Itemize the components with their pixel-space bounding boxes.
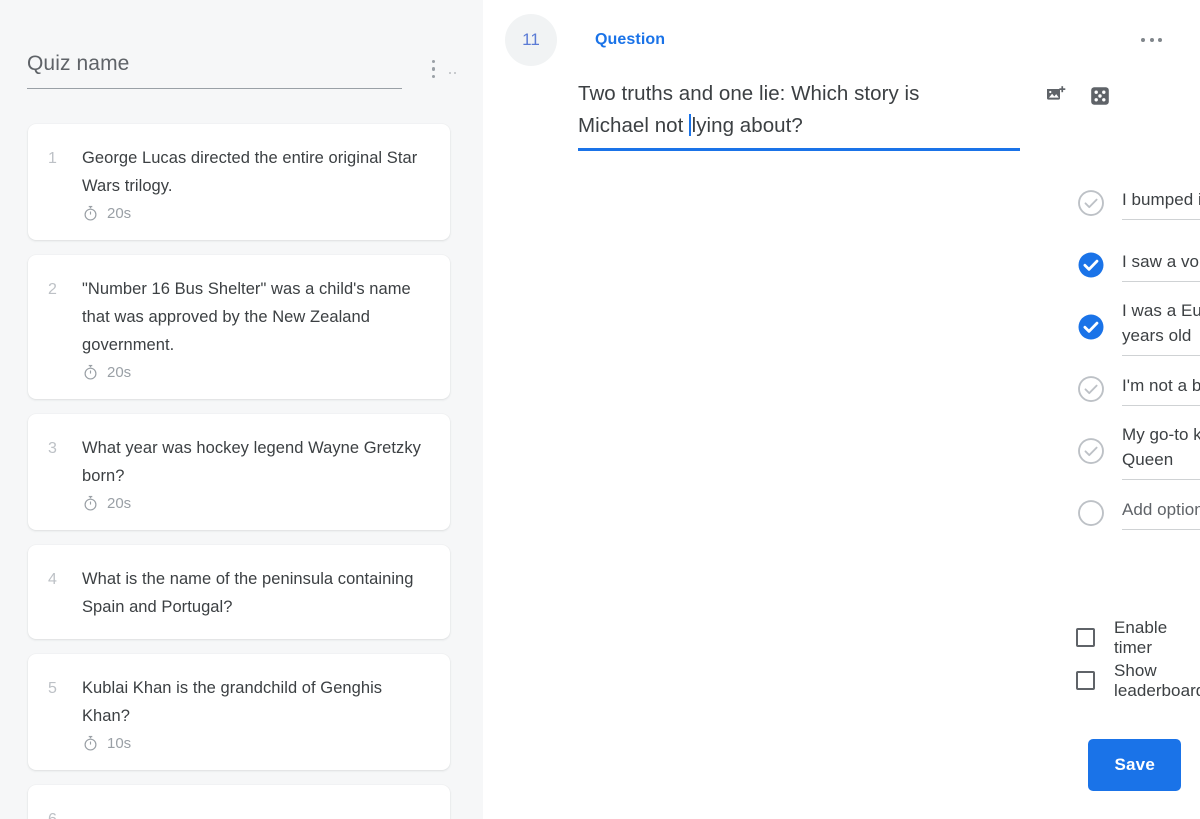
option-check-selected-icon[interactable] (1076, 312, 1106, 342)
question-card-timer-label: 20s (107, 205, 132, 222)
question-card-body: George Lucas directed the entire origina… (82, 144, 428, 222)
question-card-timer-label: 20s (107, 495, 132, 512)
answer-option-text: I saw a volcano erupt during my stay in … (1122, 251, 1200, 271)
question-card-text: "Number 16 Bus Shelter" was a child's na… (82, 280, 411, 354)
question-text-field[interactable]: Two truths and one lie: Which story is M… (578, 78, 1020, 151)
question-card[interactable]: 4 What is the name of the peninsula cont… (28, 545, 450, 639)
enable-timer-toggle[interactable]: Enable timer (1076, 616, 1200, 659)
add-option-row: Add option (1076, 482, 1200, 544)
question-card[interactable]: 6 (28, 785, 450, 819)
answer-option-text: My go-to karaoke song is Bohemian Rhapso… (1122, 425, 1200, 469)
question-list-sidebar: 1 George Lucas directed the entire origi… (0, 0, 483, 819)
save-button[interactable]: Save (1088, 739, 1181, 791)
answer-option-text: I bumped into a bear when hiking in Hima… (1122, 189, 1200, 209)
question-card-number: 2 (48, 281, 57, 298)
option-check-unselected-icon[interactable] (1076, 436, 1106, 466)
question-card-body: What year was hockey legend Wayne Gretzk… (82, 434, 428, 512)
question-card-number: 5 (48, 680, 57, 697)
option-check-selected-icon[interactable] (1076, 250, 1106, 280)
question-card-number: 1 (48, 150, 57, 167)
question-card-text: What year was hockey legend Wayne Gretzk… (82, 439, 421, 485)
add-option-field[interactable]: Add option (1122, 497, 1200, 530)
quiz-name-underline (27, 88, 402, 89)
question-card[interactable]: 3 What year was hockey legend Wayne Gret… (28, 414, 450, 530)
answer-option-underline (1122, 355, 1200, 356)
answer-option-row: My go-to karaoke song is Bohemian Rhapso… (1076, 420, 1200, 482)
answer-options-inner: I bumped into a bear when hiking in Hima… (1076, 172, 1200, 544)
answer-option-field[interactable]: I saw a volcano erupt during my stay in … (1122, 249, 1200, 282)
option-check-unselected-icon[interactable] (1076, 374, 1106, 404)
question-card[interactable]: 2 "Number 16 Bus Shelter" was a child's … (28, 255, 450, 399)
show-leaderboard-checkbox[interactable] (1076, 671, 1095, 690)
question-card-text: George Lucas directed the entire origina… (82, 149, 418, 195)
answer-option-underline (1122, 280, 1200, 282)
question-card-timer: 20s (82, 495, 428, 512)
answer-option-field[interactable]: My go-to karaoke song is Bohemian Rhapso… (1122, 422, 1200, 480)
show-leaderboard-label: Show leaderboard (1114, 660, 1200, 700)
dice-randomize-icon[interactable] (1088, 84, 1112, 108)
question-card-timer: 10s (82, 735, 428, 752)
question-card-timer: 20s (82, 364, 428, 381)
answer-option-field[interactable]: I bumped into a bear when hiking in Hima… (1122, 187, 1200, 220)
add-option-underline (1122, 528, 1200, 530)
question-card-timer-label: 20s (107, 364, 132, 381)
editor-header: 11 Question (505, 10, 1180, 70)
question-card-body: What is the name of the peninsula contai… (82, 565, 428, 621)
question-card-number: 4 (48, 571, 57, 588)
question-card-number: 6 (48, 805, 82, 819)
quiz-name-field (27, 52, 402, 89)
answer-option-field[interactable]: I'm not a big fan of chocolate (1122, 373, 1200, 406)
question-card-timer: 20s (82, 205, 428, 222)
question-number-badge: 11 (505, 14, 557, 66)
enable-timer-checkbox[interactable] (1076, 628, 1095, 647)
drag-handle-icon[interactable] (448, 68, 457, 78)
answer-option-underline (1122, 404, 1200, 406)
question-text-actions (1044, 84, 1112, 108)
question-card-text: Kublai Khan is the grandchild of Genghis… (82, 679, 383, 725)
question-card[interactable]: 1 George Lucas directed the entire origi… (28, 124, 450, 240)
stopwatch-icon (84, 364, 97, 380)
answer-option-row: I'm not a big fan of chocolate (1076, 358, 1200, 420)
add-image-icon[interactable] (1044, 84, 1068, 108)
answer-option-text: I'm not a big fan of chocolate (1122, 375, 1200, 395)
question-text-underline (578, 148, 1020, 151)
stopwatch-icon (84, 495, 97, 511)
answer-option-underline (1122, 479, 1200, 480)
question-settings-toggles: Enable timer Show leaderboard (1076, 616, 1200, 702)
answer-option-row: I was a European champion in karate when… (1076, 296, 1200, 358)
question-text-content: Two truths and one lie: Which story is M… (578, 78, 1020, 142)
question-card-body: "Number 16 Bus Shelter" was a child's na… (82, 275, 428, 381)
question-card-number: 3 (48, 440, 57, 457)
answer-option-text: I was a European champion in karate when… (1122, 301, 1200, 345)
option-check-unselected-icon[interactable] (1076, 188, 1106, 218)
answer-option-field[interactable]: I was a European champion in karate when… (1122, 298, 1200, 356)
question-card[interactable]: 5 Kublai Khan is the grandchild of Gengh… (28, 654, 450, 770)
quiz-name-input[interactable] (27, 52, 402, 88)
more-horizontal-icon[interactable] (1131, 28, 1172, 52)
question-card-body: Kublai Khan is the grandchild of Genghis… (82, 674, 428, 752)
question-editor-panel: 11 Question Two truths and one lie: Whic… (483, 0, 1200, 819)
show-leaderboard-toggle[interactable]: Show leaderboard (1076, 659, 1200, 702)
text-caret (689, 114, 691, 136)
question-text-block: Two truths and one lie: Which story is M… (483, 78, 1200, 151)
answer-options-list: I bumped into a bear when hiking in Hima… (483, 172, 1200, 544)
kebab-menu-icon[interactable] (428, 58, 439, 80)
stopwatch-icon (84, 205, 97, 221)
answer-option-row: I saw a volcano erupt during my stay in … (1076, 234, 1200, 296)
question-text-row: Two truths and one lie: Which story is M… (578, 78, 1125, 151)
quiz-editor-app: 1 George Lucas directed the entire origi… (0, 0, 1200, 819)
answer-option-underline (1122, 218, 1200, 220)
question-text-after-caret: lying about? (691, 114, 803, 137)
enable-timer-label: Enable timer (1114, 617, 1168, 657)
add-option-placeholder: Add option (1122, 499, 1200, 519)
question-card-timer-label: 10s (107, 735, 132, 752)
answer-option-row: I bumped into a bear when hiking in Hima… (1076, 172, 1200, 234)
question-card-text: What is the name of the peninsula contai… (82, 570, 414, 616)
question-card-list: 1 George Lucas directed the entire origi… (28, 124, 450, 819)
quiz-name-row (27, 52, 457, 89)
question-type-label[interactable]: Question (595, 31, 665, 49)
option-empty-circle-icon[interactable] (1076, 498, 1106, 528)
stopwatch-icon (84, 735, 97, 751)
